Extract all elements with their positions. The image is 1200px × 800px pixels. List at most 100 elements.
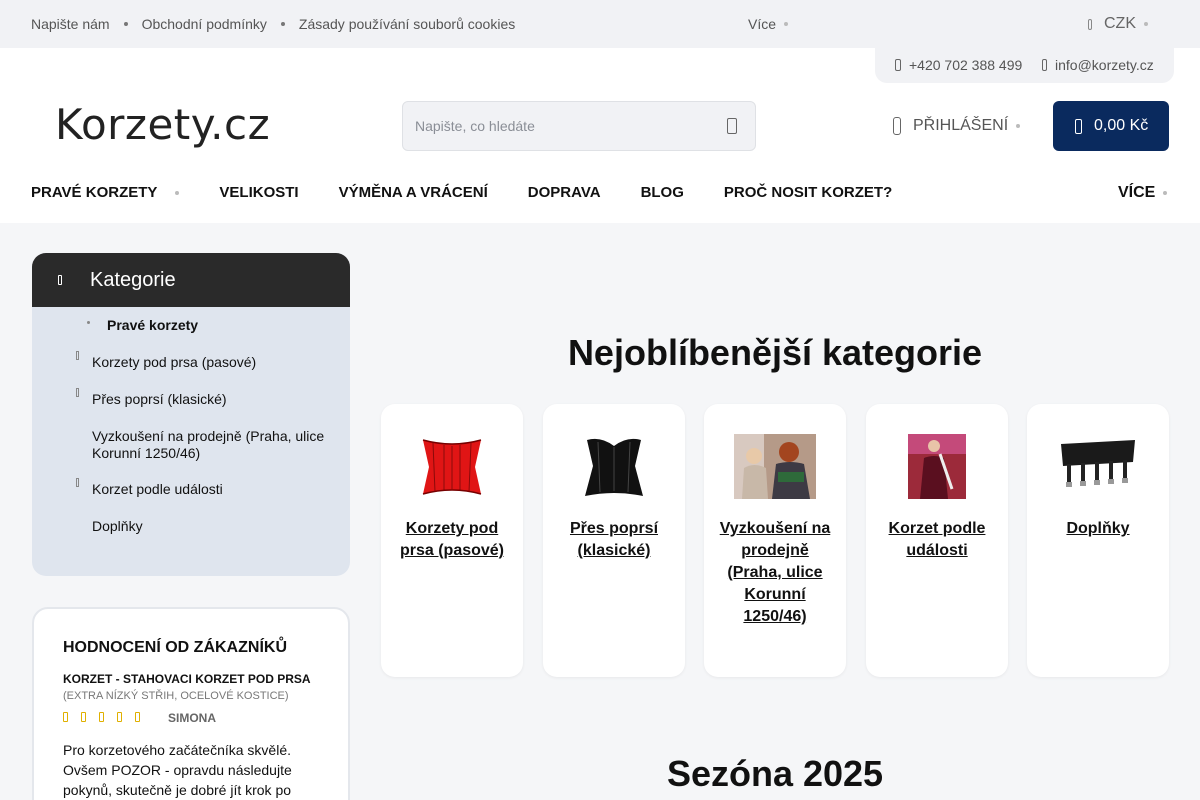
category-item-pres-poprsi[interactable]: Přes poprsí (klasické)	[76, 388, 336, 408]
category-card-pres-poprsi[interactable]: Přes poprsí (klasické)	[543, 404, 685, 677]
chevron-down-icon	[1016, 124, 1021, 128]
expand-icon[interactable]	[76, 388, 79, 397]
review-text: Pro korzetového začátečníka skvělé. Ovše…	[63, 742, 292, 798]
chevron-down-icon	[1163, 190, 1168, 195]
dot-separator	[123, 22, 128, 26]
nav-more-label: VÍCE	[1118, 183, 1156, 201]
category-card-pod-prsa[interactable]: Korzety pod prsa (pasové)	[381, 404, 523, 677]
dot-separator	[280, 22, 285, 26]
chevron-down-icon	[784, 22, 789, 26]
nav-label: VÝMĚNA A VRÁCENÍ	[338, 184, 488, 201]
nav-item-proc-nosit[interactable]: PROČ NOSIT KORZET?	[724, 184, 892, 201]
nav-label: BLOG	[640, 184, 684, 201]
category-label: Vyzkoušení na prodejně (Praha, ulice Kor…	[92, 428, 325, 461]
category-label: Pravé korzety	[107, 317, 199, 333]
top-bar: Napište nám Obchodní podmínky Zásady pou…	[0, 0, 1200, 48]
contact-phone[interactable]: +420 702 388 499	[895, 57, 1022, 73]
nav-item-prave-korzety[interactable]: PRAVÉ KORZETY	[31, 184, 180, 201]
star-icon	[63, 712, 68, 722]
red-corset-image	[422, 439, 482, 495]
site-logo[interactable]: Korzety.cz	[55, 100, 270, 150]
category-panel: Kategorie Pravé korzety Korzety pod prsa…	[32, 253, 350, 576]
category-title: Kategorie	[90, 268, 176, 291]
category-header[interactable]: Kategorie	[32, 253, 350, 307]
nav-item-blog[interactable]: BLOG	[641, 184, 684, 201]
category-item-podle-udalosti[interactable]: Korzet podle události	[76, 478, 336, 498]
top-links: Napište nám Obchodní podmínky Zásady pou…	[31, 0, 515, 48]
category-item-pod-prsa[interactable]: Korzety pod prsa (pasové)	[76, 351, 336, 371]
search-input[interactable]	[415, 102, 715, 150]
star-icon	[117, 712, 122, 722]
currency-icon	[1088, 18, 1092, 30]
card-label: Korzety pod prsa (pasové)	[399, 520, 505, 559]
event-photo-image	[908, 434, 966, 499]
contact-bar: +420 702 388 499 info@korzety.cz	[875, 48, 1174, 83]
review-stars	[63, 712, 153, 722]
chevron-up-icon	[87, 320, 90, 324]
chevron-down-icon	[1144, 22, 1148, 26]
review-variant: (EXTRA NÍZKÝ STŘIH, OCELOVÉ KOSTICE)	[63, 690, 289, 702]
search-icon[interactable]	[727, 118, 737, 134]
category-item-vyzkouseni[interactable]: Vyzkoušení na prodejně (Praha, ulice Kor…	[76, 428, 336, 462]
link-terms[interactable]: Obchodní podmínky	[142, 16, 267, 32]
user-icon	[893, 117, 901, 135]
black-corset-image	[585, 438, 643, 496]
nav-label: DOPRAVA	[527, 184, 601, 201]
season-title: Sezóna 2025	[666, 753, 884, 794]
nav-more-menu[interactable]: VÍCE	[1118, 170, 1168, 215]
phone-icon	[895, 59, 901, 71]
nav-label: PROČ NOSIT KORZET?	[723, 184, 893, 201]
email-address: info@korzety.cz	[1055, 57, 1154, 73]
review-product[interactable]: KORZET - STAHOVACI KORZET POD PRSA	[63, 672, 321, 686]
cart-button[interactable]: 0,00 Kč	[1053, 101, 1169, 151]
nav-item-velikosti[interactable]: VELIKOSTI	[219, 184, 298, 201]
top-more-label: Více	[748, 16, 777, 32]
link-cookies[interactable]: Zásady používání souborů cookies	[299, 16, 515, 32]
nav-label: PRAVÉ KORZETY	[31, 184, 158, 201]
category-label: Přes poprsí (klasické)	[92, 391, 227, 407]
category-item-doplnky[interactable]: Doplňky	[76, 518, 336, 535]
card-label: Přes poprsí (klasické)	[569, 520, 659, 559]
category-card-podle-udalosti[interactable]: Korzet podle události	[866, 404, 1008, 677]
card-label: Doplňky	[1066, 520, 1130, 537]
expand-icon[interactable]	[76, 478, 79, 487]
category-card-doplnky[interactable]: Doplňky	[1027, 404, 1169, 677]
top-more-menu[interactable]: Více	[748, 0, 789, 48]
category-card-vyzkouseni[interactable]: Vyzkoušení na prodejně (Praha, ulice Kor…	[704, 404, 846, 677]
card-label: Korzet podle události	[888, 520, 986, 559]
currency-label: CZK	[1104, 15, 1136, 32]
nav-item-doprava[interactable]: DOPRAVA	[528, 184, 601, 201]
category-label: Doplňky	[92, 518, 143, 534]
cart-total: 0,00 Kč	[1094, 117, 1149, 134]
reviews-title: HODNOCENÍ OD ZÁKAZNÍKŮ	[63, 639, 287, 656]
mail-icon	[1042, 59, 1047, 71]
menu-icon	[58, 275, 62, 285]
contact-email[interactable]: info@korzety.cz	[1042, 57, 1154, 73]
star-icon	[99, 712, 104, 722]
fitting-photo-image	[734, 434, 816, 499]
star-icon	[81, 712, 86, 722]
currency-selector[interactable]: CZK	[1088, 0, 1148, 48]
card-label: Vyzkoušení na prodejně (Praha, ulice Kor…	[719, 520, 831, 625]
search-box	[402, 101, 756, 151]
garter-accessory-image	[1061, 440, 1135, 487]
nav-label: VELIKOSTI	[219, 184, 299, 201]
link-contact[interactable]: Napište nám	[31, 16, 110, 32]
main-navigation: PRAVÉ KORZETY VELIKOSTI VÝMĚNA A VRÁCENÍ…	[31, 170, 932, 215]
category-root-prave-korzety[interactable]: Pravé korzety	[87, 317, 198, 333]
cart-icon	[1075, 118, 1082, 134]
nav-item-vymena[interactable]: VÝMĚNA A VRÁCENÍ	[339, 184, 488, 201]
star-icon	[135, 712, 140, 722]
category-label: Korzet podle události	[92, 481, 223, 497]
phone-number: +420 702 388 499	[909, 57, 1023, 73]
customer-reviews: HODNOCENÍ OD ZÁKAZNÍKŮ KORZET - STAHOVAC…	[32, 607, 350, 800]
expand-icon[interactable]	[76, 351, 79, 360]
popular-categories-title: Nejoblíbenější kategorie	[567, 332, 983, 373]
chevron-down-icon	[175, 190, 180, 195]
review-author: SIMONA	[168, 711, 216, 725]
category-label: Korzety pod prsa (pasové)	[92, 354, 257, 370]
login-label: PŘIHLÁŠENÍ	[913, 117, 1009, 134]
login-button[interactable]: PŘIHLÁŠENÍ	[893, 101, 1021, 151]
